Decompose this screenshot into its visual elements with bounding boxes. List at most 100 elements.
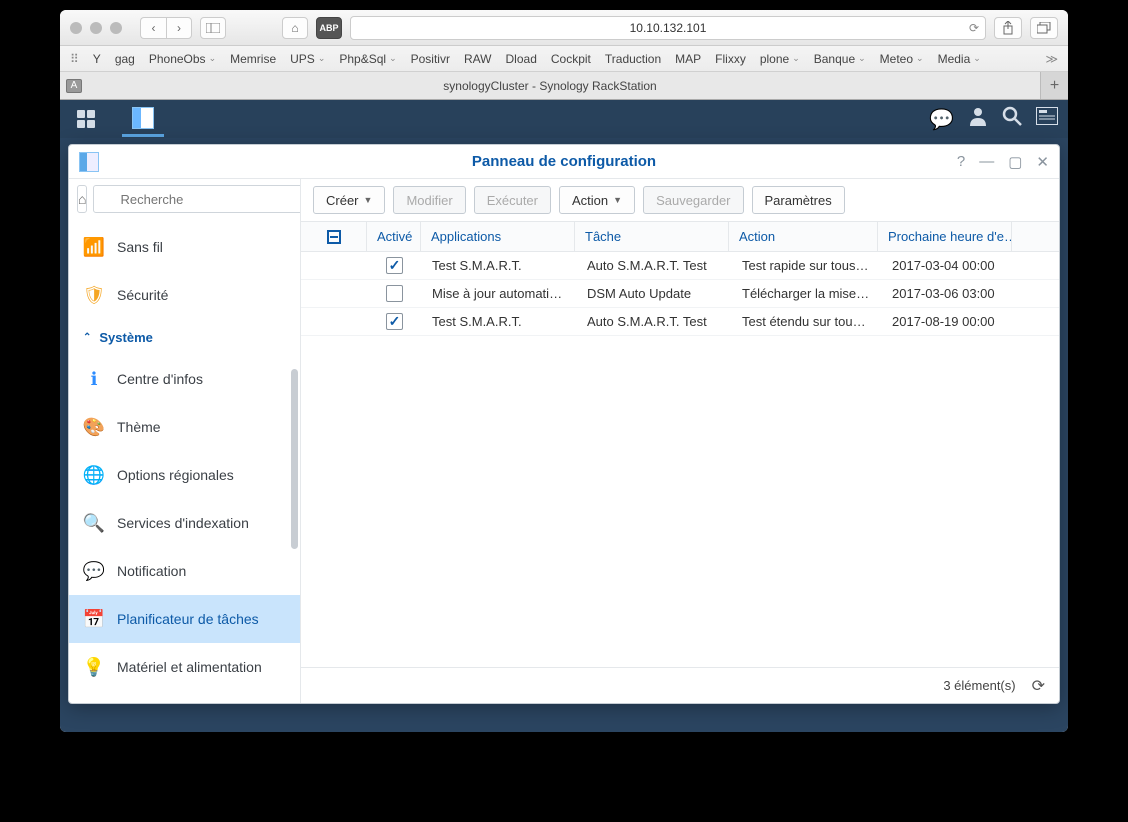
cp-sidebar: ⌂ 🔍 📶Sans fil🛡Sécurité⌃SystèmeℹCentre d'… (69, 179, 301, 703)
table-row[interactable]: Test S.M.A.R.T. Auto S.M.A.R.T. Test Tes… (301, 308, 1059, 336)
bookmarks-overflow-icon[interactable]: ≫ (1045, 52, 1058, 66)
table-row[interactable]: Mise à jour automatiq… DSM Auto Update T… (301, 280, 1059, 308)
chat-icon[interactable]: 💬 (929, 107, 954, 132)
sidebar-item[interactable]: 🌐Options régionales (69, 451, 300, 499)
sidebar-item[interactable]: 🛡Sécurité (69, 271, 300, 319)
save-button[interactable]: Sauvegarder (643, 186, 743, 214)
execute-button[interactable]: Exécuter (474, 186, 551, 214)
bookmark-item[interactable]: MAP (675, 52, 701, 66)
share-button[interactable] (994, 17, 1022, 39)
search-icon[interactable] (1002, 106, 1022, 132)
minimize-window-button[interactable] (90, 22, 102, 34)
sidebar-item-label: Sécurité (117, 287, 168, 303)
control-panel-icon (132, 107, 154, 129)
col-applications[interactable]: Applications (420, 222, 575, 251)
bookmark-item[interactable]: UPS⌄ (290, 52, 325, 66)
bookmark-item[interactable]: Traduction (605, 52, 661, 66)
bulb-icon: 💡 (83, 656, 105, 678)
sidebar-item[interactable]: 📅Planificateur de tâches (69, 595, 300, 643)
close-icon[interactable]: ✕ (1036, 153, 1049, 171)
refresh-icon[interactable]: ⟳ (1032, 676, 1045, 696)
minimize-icon[interactable]: — (979, 153, 994, 171)
sidebar-item-label: Centre d'infos (117, 371, 203, 387)
apps-icon (77, 110, 95, 128)
create-button[interactable]: Créer▼ (313, 186, 385, 214)
task-table: Activé Applications Tâche Action Prochai… (301, 221, 1059, 667)
browser-window: ‹ › ⌂ ABP 10.10.132.101 ⟳ ⠿ Ygag PhoneObs… (60, 10, 1068, 732)
col-task[interactable]: Tâche (574, 222, 729, 251)
main-menu-button[interactable] (70, 105, 102, 133)
adblock-button[interactable]: ABP (316, 17, 342, 39)
maximize-icon[interactable]: ▢ (1008, 153, 1022, 171)
close-window-button[interactable] (70, 22, 82, 34)
table-row[interactable]: Test S.M.A.R.T. Auto S.M.A.R.T. Test Tes… (301, 252, 1059, 280)
bookmark-item[interactable]: Meteo⌄ (880, 52, 924, 66)
sidebar-item[interactable]: 💬Notification (69, 547, 300, 595)
bookmark-item[interactable]: Media⌄ (938, 52, 981, 66)
cell-app: Test S.M.A.R.T. (422, 314, 577, 329)
help-icon[interactable]: ? (957, 153, 965, 171)
row-checkbox[interactable] (386, 285, 403, 302)
col-action[interactable]: Action (728, 222, 878, 251)
row-checkbox[interactable] (386, 257, 403, 274)
bookmark-item[interactable]: gag (115, 52, 135, 66)
home-button[interactable]: ⌂ (282, 17, 308, 39)
sidebar-section[interactable]: ⌃ Système (69, 319, 300, 355)
col-next-run[interactable]: Prochaine heure d'e… (877, 222, 1012, 251)
back-button[interactable]: ‹ (140, 17, 166, 39)
bookmark-item[interactable]: PhoneObs⌄ (149, 52, 216, 66)
row-checkbox[interactable] (386, 313, 403, 330)
sidebar-item-label: Thème (117, 419, 161, 435)
bookmark-item[interactable]: Flixxy (715, 52, 746, 66)
sidebar-home-button[interactable]: ⌂ (77, 185, 87, 213)
sidebar-item[interactable]: 🎨Thème (69, 403, 300, 451)
bookmark-item[interactable]: Php&Sql⌄ (339, 52, 396, 66)
sidebar-item-label: Notification (117, 563, 186, 579)
bookmarks-bar: ⠿ Ygag PhoneObs⌄ Memrise UPS⌄ Php&Sql⌄ Positi… (60, 46, 1068, 72)
bookmark-item[interactable]: plone⌄ (760, 52, 800, 66)
modify-button[interactable]: Modifier (393, 186, 465, 214)
sidebar-item[interactable]: ℹCentre d'infos (69, 355, 300, 403)
user-icon[interactable] (968, 106, 988, 132)
bookmark-item[interactable]: Dload (506, 52, 537, 66)
bookmark-item[interactable]: RAW (464, 52, 492, 66)
dsm-desktop: 💬 Panneau de configuration ? (60, 100, 1068, 732)
browser-tab[interactable]: synologyCluster - Synology RackStation (60, 72, 1040, 99)
browser-tab-bar: A synologyCluster - Synology RackStation… (60, 72, 1068, 100)
header-checkbox[interactable] (327, 230, 341, 244)
tabs-button[interactable] (1030, 17, 1058, 39)
forward-button[interactable]: › (166, 17, 192, 39)
bookmark-item[interactable]: Banque⌄ (814, 52, 866, 66)
settings-button[interactable]: Paramètres (752, 186, 845, 214)
control-panel-task[interactable] (122, 101, 164, 137)
sidebar-item[interactable]: 📶Sans fil (69, 223, 300, 271)
chevron-up-icon: ⌃ (83, 332, 91, 343)
sidebar-section-label: Système (99, 330, 152, 345)
scrollbar-thumb[interactable] (291, 369, 298, 549)
sidebar-item-label: Services d'indexation (117, 515, 249, 531)
bookmarks-grid-icon[interactable]: ⠿ (70, 52, 79, 66)
control-panel-window: Panneau de configuration ? — ▢ ✕ ⌂ 🔍 (68, 144, 1060, 704)
url-bar[interactable]: 10.10.132.101 ⟳ (350, 16, 986, 40)
table-footer: 3 élément(s) ⟳ (301, 667, 1059, 703)
sidebar-item[interactable]: 💡Matériel et alimentation (69, 643, 300, 691)
zoom-window-button[interactable] (110, 22, 122, 34)
new-tab-button[interactable]: + (1040, 72, 1068, 99)
cp-toolbar: Créer▼ Modifier Exécuter Action▼ Sauvega… (301, 179, 1059, 221)
widgets-icon[interactable] (1036, 107, 1058, 131)
bookmark-item[interactable]: Memrise (230, 52, 276, 66)
cell-action: Test rapide sur tous l… (732, 258, 882, 273)
bookmark-item[interactable]: Positivr (411, 52, 450, 66)
sidebar-item[interactable]: 🔍Services d'indexation (69, 499, 300, 547)
share-icon (1002, 21, 1014, 35)
reload-icon[interactable]: ⟳ (969, 21, 979, 35)
col-active[interactable]: Activé (366, 222, 421, 251)
bookmark-item[interactable]: Cockpit (551, 52, 591, 66)
sidebar-button[interactable] (200, 17, 226, 39)
action-button[interactable]: Action▼ (559, 186, 635, 214)
search-input[interactable] (93, 185, 301, 213)
bookmark-item[interactable]: Y (93, 52, 101, 66)
table-header: Activé Applications Tâche Action Prochai… (301, 222, 1059, 252)
tab-title: synologyCluster - Synology RackStation (443, 79, 656, 93)
tabs-icon (1037, 22, 1051, 34)
